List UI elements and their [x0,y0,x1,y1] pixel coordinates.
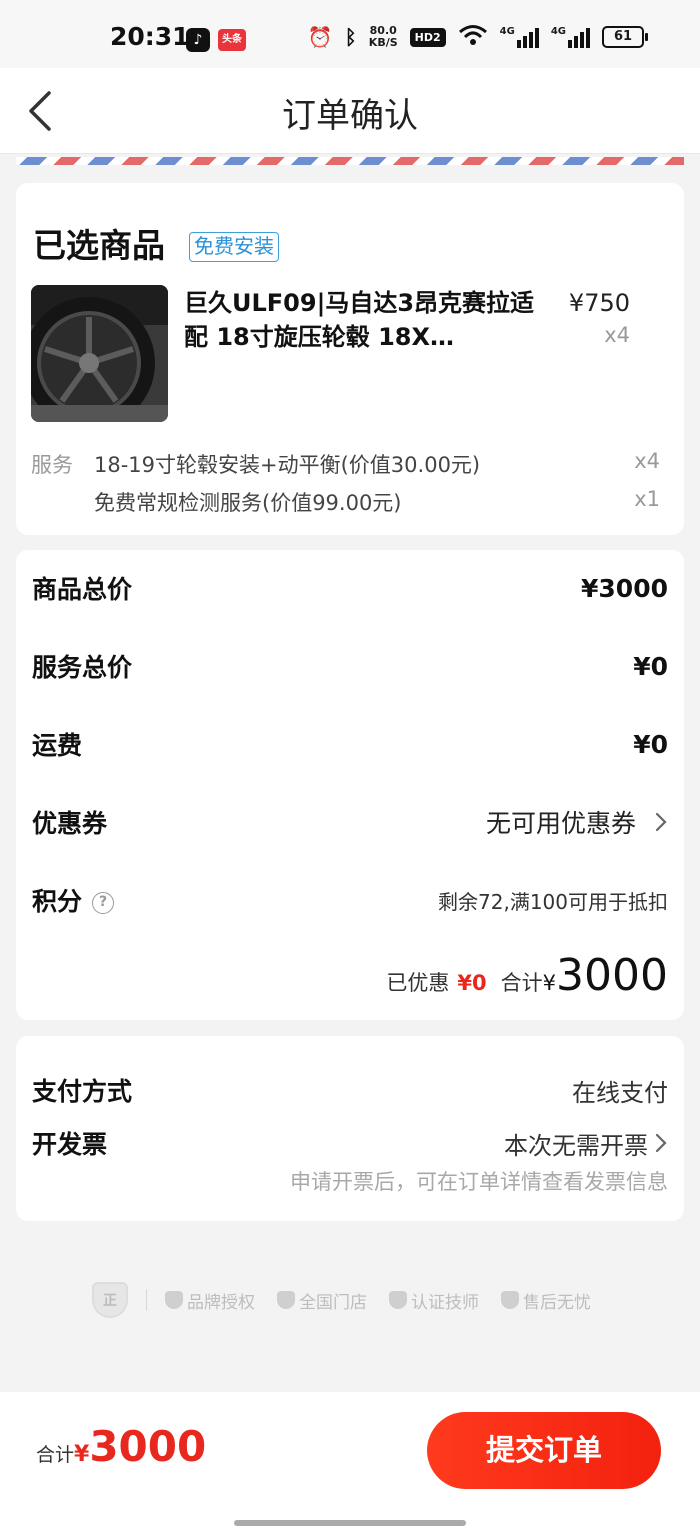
invoice-selector[interactable]: 本次无需开票 [504,1126,668,1161]
discount-label: 已优惠 [386,971,450,995]
order-confirm-page: 20:31 ♪ 头条 ⏰ ᛒ 80.0 KB/S HD2 4G 4G 61 订单… [0,0,700,1540]
service-name: 免费常规检测服务(价值99.00元) [94,491,402,515]
badge-after-sales: 售后无忧 [501,1288,591,1313]
total-currency: ¥ [542,971,557,995]
bottom-total: 合计 ¥ 3000 [36,1422,206,1471]
airmail-stripe [16,157,684,165]
bluetooth-icon: ᛒ [344,25,357,49]
help-icon[interactable]: ? [92,892,115,914]
hd-voice-icon: HD2 [409,27,446,47]
coupon-label: 优惠券 [32,809,108,838]
selected-product-card: 已选商品 免费安装 巨久ULF09|马自达3昂克赛拉适配 18寸旋压轮毂 18X… [16,183,684,535]
battery-icon: 61 [602,26,648,48]
badge-label: 认证技师 [411,1292,479,1313]
home-indicator[interactable] [234,1520,466,1526]
badge-certified-technician: 认证技师 [389,1288,479,1313]
payment-card: 支付方式 在线支付 开发票 本次无需开票 申请开票后，可在订单详情查看发票信息 [16,1036,684,1221]
divider [146,1289,147,1311]
signal-label-2: 4G [550,26,566,37]
service-label: 服务 [31,453,73,477]
bottom-bar: 合计 ¥ 3000 提交订单 [0,1392,700,1540]
shield-icon [165,1291,183,1309]
points-label: 积分 [32,887,83,916]
badge-label: 售后无忧 [523,1292,591,1313]
coupon-value: 无可用优惠券 [485,809,636,838]
points-value: 剩余72,满100可用于抵扣 [438,889,668,914]
chevron-right-icon [655,1133,667,1153]
certified-icon [389,1291,407,1309]
invoice-row[interactable]: 开发票 本次无需开票 [32,1125,668,1161]
total-label: 合计 [500,971,543,995]
selected-goods-title: 已选商品 [33,226,165,265]
goods-total-label: 商品总价 [32,575,133,604]
invoice-label: 开发票 [32,1130,108,1159]
submit-order-button[interactable]: 提交订单 [427,1412,661,1489]
service-total-row: 服务总价 ¥0 [32,648,668,684]
store-icon [277,1291,295,1309]
badge-label: 全国门店 [299,1292,367,1313]
product-image[interactable] [31,285,168,422]
shipping-row: 运费 ¥0 [32,726,668,762]
badge-brand-authorized: 品牌授权 [165,1288,255,1313]
pay-method-value: 在线支付 [572,1078,668,1107]
chevron-right-icon [655,812,667,832]
alarm-icon: ⏰ [307,25,333,49]
goods-total-value: ¥3000 [581,573,668,603]
bottom-total-amount: 3000 [89,1422,207,1471]
guarantee-badges: 正 品牌授权 全国门店 认证技师 售后无忧 [92,1282,613,1318]
shipping-label: 运费 [32,731,83,760]
bottom-total-label: 合计 [36,1444,75,1466]
service-name: 18-19寸轮毂安装+动平衡(价值30.00元) [94,453,481,477]
signal-icon-1: 4G [500,26,539,48]
authentic-shield-icon: 正 [92,1282,128,1318]
shipping-value: ¥0 [633,729,668,759]
battery-level: 61 [613,29,633,44]
toutiao-icon: 头条 [218,29,246,51]
pay-method-label: 支付方式 [32,1077,133,1106]
wifi-icon [458,24,488,50]
total-amount: 3000 [556,950,668,1001]
status-time: 20:31 [110,22,190,51]
badge-nationwide-stores: 全国门店 [277,1288,367,1313]
points-row: 积分? 剩余72,满100可用于抵扣 [32,882,668,918]
invoice-value: 本次无需开票 [504,1131,648,1160]
signal-icon-2: 4G [551,26,590,48]
price-summary-card: 商品总价 ¥3000 服务总价 ¥0 运费 ¥0 优惠券 无可用优惠券 积分? … [16,550,684,1020]
service-total-label: 服务总价 [32,653,133,682]
service-icon [501,1291,519,1309]
nav-bar: 订单确认 [0,68,700,154]
service-item: 18-19寸轮毂安装+动平衡(价值30.00元) x4 [94,449,660,479]
invoice-hint: 申请开票后，可在订单详情查看发票信息 [290,1170,668,1194]
net-speed: 80.0 KB/S [369,25,398,49]
goods-total-row: 商品总价 ¥3000 [32,570,668,606]
free-install-tag: 免费安装 [189,232,279,262]
coupon-selector[interactable]: 无可用优惠券 [486,804,668,840]
status-bar: 20:31 ♪ 头条 ⏰ ᛒ 80.0 KB/S HD2 4G 4G 61 [0,0,700,68]
tiktok-icon: ♪ [186,28,210,52]
points-label-wrap: 积分? [32,882,115,918]
page-title: 订单确认 [282,96,418,136]
product-price: ¥750 [568,289,630,317]
price-total-line: 已优惠 ¥0 合计 ¥ 3000 [386,950,668,1001]
service-qty: x1 [634,487,660,511]
coupon-row[interactable]: 优惠券 无可用优惠券 [32,804,668,840]
discount-value: ¥0 [457,971,487,995]
signal-label-1: 4G [499,26,515,37]
product-name[interactable]: 巨久ULF09|马自达3昂克赛拉适配 18寸旋压轮毂 18X… [184,286,544,354]
service-item: 免费常规检测服务(价值99.00元) x1 [94,487,660,517]
net-speed-unit: KB/S [368,36,398,49]
bottom-total-currency: ¥ [74,1442,90,1467]
service-total-value: ¥0 [633,651,668,681]
product-quantity: x4 [604,323,630,347]
service-qty: x4 [634,449,660,473]
status-icons: ⏰ ᛒ 80.0 KB/S HD2 4G 4G 61 [307,24,648,50]
badge-label: 品牌授权 [187,1292,255,1313]
pay-method-row: 支付方式 在线支付 [32,1072,668,1108]
